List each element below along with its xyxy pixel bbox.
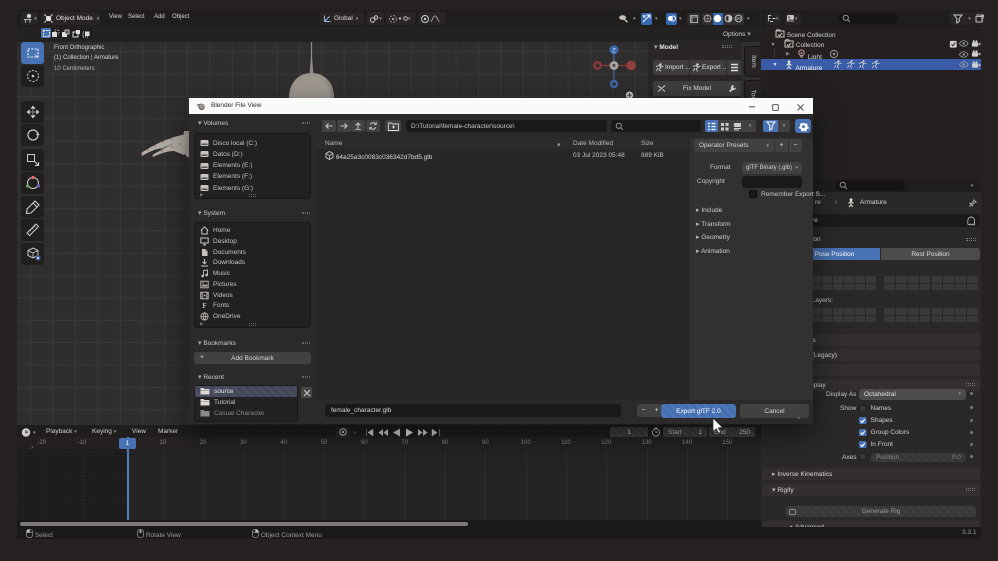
svg-text:Z: Z [612,47,616,54]
